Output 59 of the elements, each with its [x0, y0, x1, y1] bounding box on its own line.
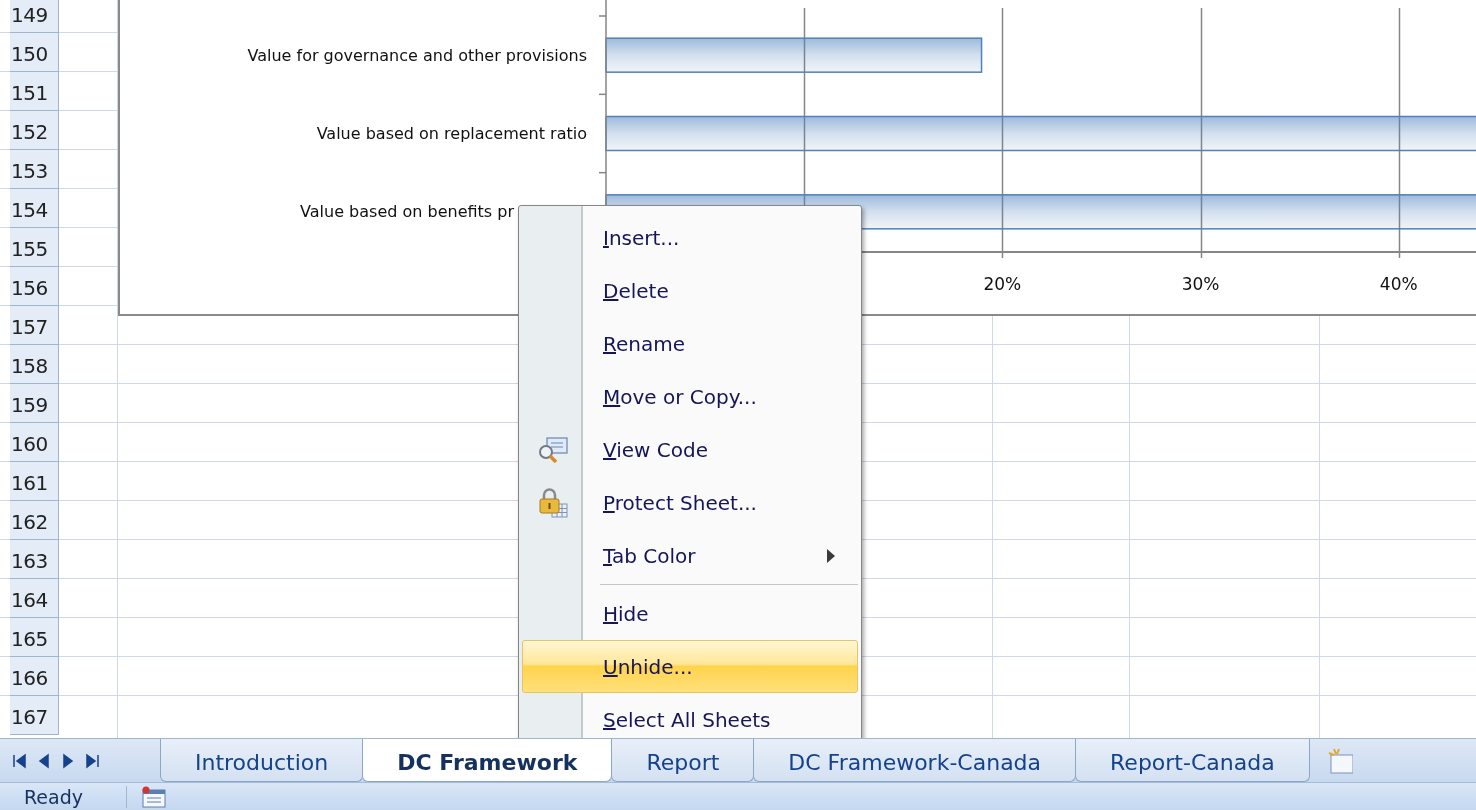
row-number: 165: [10, 618, 59, 657]
row-number: 166: [10, 657, 59, 696]
tick-label: 20%: [983, 274, 1022, 294]
menu-item-label: Insert...: [602, 225, 681, 250]
row-number: 163: [10, 540, 59, 579]
row-number: 150: [10, 33, 59, 72]
row-number: 156: [10, 267, 59, 306]
magnifier-window-icon: [538, 436, 568, 463]
menu-item-label: Select All Sheets: [602, 707, 772, 732]
menu-item[interactable]: Rename: [522, 317, 858, 370]
sheet-tab[interactable]: DC Framework-Canada: [753, 739, 1077, 782]
category-label: Value for governance and other provisions: [247, 45, 587, 65]
last-sheet-icon[interactable]: [84, 752, 100, 769]
tick-label: 40%: [1379, 274, 1418, 294]
category-label: Value based on replacement ratio: [316, 124, 587, 143]
sheet-tab[interactable]: Introduction: [160, 739, 364, 782]
row-number: 159: [10, 384, 59, 423]
menu-item-label: View Code: [602, 437, 710, 462]
sheet-tab[interactable]: Report: [611, 739, 755, 782]
tick-label: 30%: [1181, 274, 1220, 294]
menu-item-label: Protect Sheet...: [602, 490, 758, 515]
first-sheet-icon[interactable]: [12, 752, 28, 769]
menu-item-label: Tab Color: [602, 543, 697, 568]
row-number: 160: [10, 423, 59, 462]
macro-record-icon[interactable]: [141, 785, 167, 808]
menu-item[interactable]: Hide: [522, 587, 858, 640]
row-number: 155: [10, 228, 59, 267]
row-number: 151: [10, 72, 59, 111]
menu-item[interactable]: Delete: [522, 264, 858, 317]
next-sheet-icon[interactable]: [60, 752, 76, 769]
previous-sheet-icon[interactable]: [36, 752, 52, 769]
row-number: 164: [10, 579, 59, 618]
status-text: Ready: [0, 785, 127, 808]
row-number: 157: [10, 306, 59, 345]
row-number: 153: [10, 150, 59, 189]
menu-item[interactable]: Insert...: [522, 211, 858, 264]
row-number: 152: [10, 111, 59, 150]
menu-item-label: Rename: [602, 331, 687, 356]
sheet-tab[interactable]: DC Framework: [362, 739, 613, 782]
menu-item[interactable]: View Code: [522, 423, 858, 476]
row-number: 161: [10, 462, 59, 501]
menu-item[interactable]: Unhide...: [522, 640, 858, 693]
row-number: 154: [10, 189, 59, 228]
menu-item-label: Move or Copy...: [602, 384, 758, 409]
menu-item-label: Hide: [602, 601, 650, 626]
menu-item[interactable]: Move or Copy...: [522, 370, 858, 423]
row-number: 167: [10, 696, 59, 735]
sheet-tab[interactable]: Report-Canada: [1075, 739, 1310, 782]
menu-item-label: Delete: [602, 278, 670, 303]
row-number: 162: [10, 501, 59, 540]
submenu-arrow-icon: [827, 548, 835, 563]
menu-item[interactable]: Tab Color: [522, 529, 858, 582]
row-number: 158: [10, 345, 59, 384]
padlock-grid-icon: [538, 487, 568, 518]
row-number: 149: [10, 0, 59, 33]
menu-item[interactable]: Protect Sheet...: [522, 476, 858, 529]
menu-item[interactable]: Select All Sheets: [522, 693, 858, 738]
menu-item-label: Unhide...: [602, 654, 694, 679]
category-label: Value based on benefits pr: [300, 202, 514, 222]
